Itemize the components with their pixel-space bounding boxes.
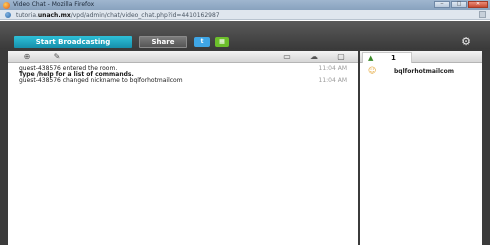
- pen-icon[interactable]: ✎: [50, 52, 64, 62]
- maximize-button[interactable]: □: [451, 1, 467, 8]
- share-green-icon[interactable]: ▦: [215, 37, 229, 47]
- users-count: 1: [391, 54, 396, 62]
- cloud-icon[interactable]: ☁: [306, 52, 322, 62]
- chat-panel: ⊕ ✎ ▭ ☁ ▢ guest-438576 entered the room.…: [8, 51, 358, 245]
- chat-app: Start Broadcasting Share t ▦ ⚙ ⊕ ✎ ▭ ☁ ▢…: [0, 21, 490, 245]
- users-panel: ▲ 1 ☺ bqlforhotmailcom: [360, 51, 482, 245]
- close-button[interactable]: ✕: [468, 1, 488, 8]
- address-bar[interactable]: tutoria.unach.mx/vpd/admin/chat/video_ch…: [0, 10, 490, 20]
- users-header: ▲ 1: [360, 51, 482, 63]
- url-text[interactable]: tutoria.unach.mx/vpd/admin/chat/video_ch…: [16, 12, 220, 19]
- user-avatar-icon: ☺: [368, 66, 377, 75]
- app-toolbar: Start Broadcasting Share t ▦ ⚙: [0, 21, 490, 49]
- site-icon: [5, 12, 11, 18]
- users-tab[interactable]: ▲ 1: [362, 52, 412, 63]
- firefox-icon: [3, 2, 10, 9]
- window-title: Video Chat - Mozilla Firefox: [13, 1, 95, 8]
- message-time: 11:04 AM: [318, 77, 347, 84]
- message-row: guest-438576 changed nickname to bqlforh…: [19, 78, 347, 84]
- twitter-icon[interactable]: t: [194, 37, 210, 47]
- box-icon[interactable]: ▢: [334, 52, 348, 62]
- message-list[interactable]: guest-438576 entered the room. 11:04 AM …: [8, 64, 358, 245]
- message-text: guest-438576 changed nickname to bqlforh…: [19, 77, 183, 84]
- window-titlebar: Video Chat - Mozilla Firefox ‒ □ ✕: [0, 0, 490, 10]
- share-button[interactable]: Share: [139, 36, 187, 48]
- tube-icon[interactable]: ▭: [280, 52, 294, 62]
- minimize-button[interactable]: ‒: [434, 1, 450, 8]
- zoom-icon[interactable]: ⊕: [20, 52, 34, 62]
- chat-toolbar: ⊕ ✎ ▭ ☁ ▢: [8, 51, 358, 63]
- window-controls: ‒ □ ✕: [433, 1, 488, 8]
- user-name: bqlforhotmailcom: [394, 68, 454, 75]
- address-end-icon[interactable]: [479, 11, 486, 18]
- gear-icon[interactable]: ⚙: [460, 36, 472, 48]
- user-list-item[interactable]: ☺ bqlforhotmailcom: [368, 66, 478, 76]
- start-broadcasting-button[interactable]: Start Broadcasting: [14, 36, 132, 48]
- users-icon: ▲: [368, 54, 374, 62]
